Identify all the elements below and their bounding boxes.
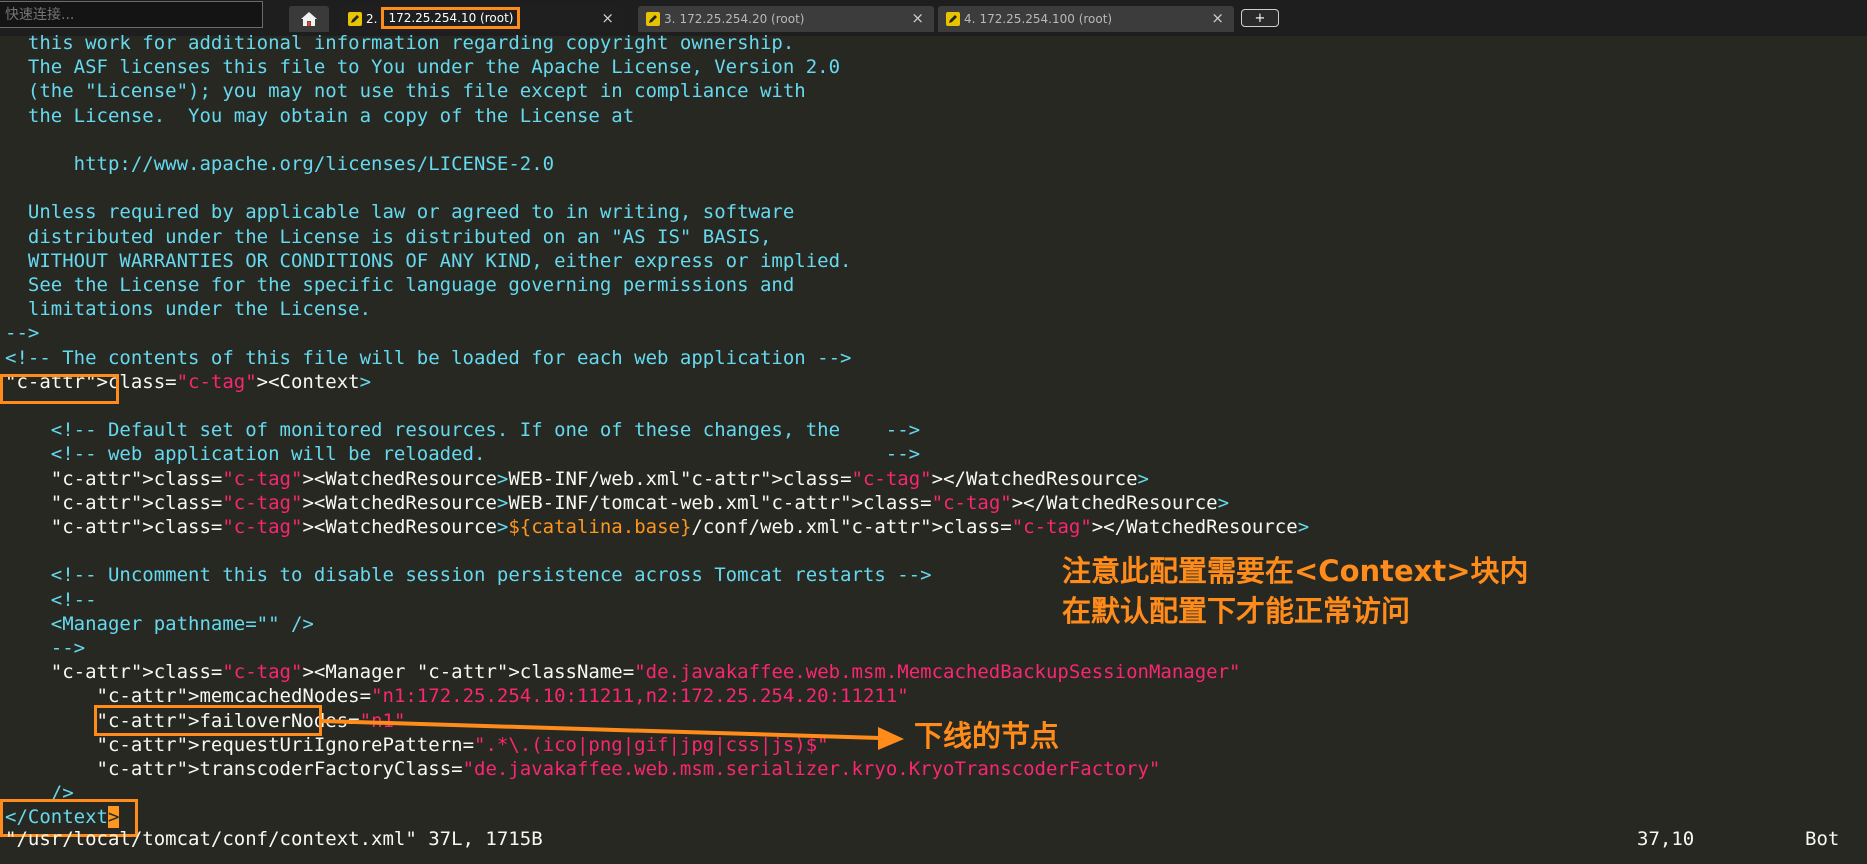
tab-number: 4.: [964, 12, 976, 26]
annotation-note-line1: 注意此配置需要在<Context>块内: [1062, 554, 1529, 588]
pencil-icon: [946, 12, 960, 26]
editor-line: The ASF licenses this file to You under …: [5, 56, 841, 79]
vim-status-line: "/usr/local/tomcat/conf/context.xml" 37L…: [0, 828, 1867, 858]
annotation-offline-node: 下线的节点: [914, 719, 1060, 753]
editor-line: http://www.apache.org/licenses/LICENSE-2…: [5, 153, 555, 175]
editor-line: this work for additional information reg…: [5, 32, 795, 54]
tab-number: 3.: [664, 12, 676, 26]
close-icon[interactable]: ×: [601, 9, 614, 27]
tab-title: 172.25.254.100 (root): [979, 12, 1113, 26]
tab-title: 172.25.254.20 (root): [679, 12, 805, 26]
tab-title: 172.25.254.10 (root): [381, 7, 521, 29]
terminal-window: 2. 172.25.254.10 (root) × 3. 172.25.254.…: [0, 0, 1867, 864]
editor-line: "c-attr">requestUriIgnorePattern=".*\.(i…: [96, 733, 829, 756]
context-open-highlight: [0, 374, 119, 404]
editor-line: -->: [5, 637, 86, 659]
editor-line: the License. You may obtain a copy of th…: [5, 104, 635, 127]
close-icon[interactable]: ×: [911, 9, 924, 27]
editor-line: <!-- Default set of monitored resources.…: [5, 419, 921, 442]
status-file-info: "/usr/local/tomcat/conf/context.xml" 37L…: [5, 828, 543, 850]
editor-line: "c-attr">class="c-tag"><WatchedResource>…: [50, 516, 1310, 538]
editor-line: WITHOUT WARRANTIES OR CONDITIONS OF ANY …: [5, 249, 852, 272]
editor-line: Unless required by applicable law or agr…: [5, 201, 795, 224]
editor-line: See the License for the specific languag…: [5, 274, 795, 296]
pencil-icon: [646, 12, 660, 26]
editor-line: <!-- web application will be reloaded. -…: [5, 443, 921, 466]
editor-line: <Manager pathname="" />: [5, 612, 314, 635]
editor-line: <!-- The contents of this file will be l…: [5, 346, 852, 369]
annotation-note-line2: 在默认配置下才能正常访问: [1062, 594, 1411, 628]
tab-session-2[interactable]: 2. 172.25.254.10 (root) ×: [340, 6, 624, 32]
editor-line: "c-attr">class="c-tag"><WatchedResource>…: [50, 491, 1230, 514]
home-icon: [301, 12, 317, 26]
editor-line: "c-attr">class="c-tag"><Manager "c-attr"…: [50, 661, 1241, 684]
editor-line: limitations under the License.: [5, 298, 372, 321]
editor-line: (the "License"); you may not use this fi…: [5, 80, 806, 103]
quick-connect-input[interactable]: [0, 1, 263, 28]
editor-line: "c-attr">transcoderFactoryClass="de.java…: [96, 758, 1161, 780]
editor-line: distributed under the License is distrib…: [5, 225, 772, 248]
editor-line: -->: [5, 322, 40, 345]
status-cursor-position: 37,10: [1637, 828, 1695, 850]
tab-number: 2.: [366, 12, 378, 26]
new-tab-button[interactable]: +: [1241, 9, 1279, 27]
home-tab[interactable]: [289, 6, 329, 32]
editor-line: "c-attr">class="c-tag"><WatchedResource>…: [50, 467, 1149, 490]
tab-session-4[interactable]: 4. 172.25.254.100 (root) ×: [938, 6, 1234, 32]
tab-session-3[interactable]: 3. 172.25.254.20 (root) ×: [638, 6, 934, 32]
close-icon[interactable]: ×: [1211, 9, 1224, 27]
editor-line: <!-- Uncomment this to disable session p…: [5, 564, 932, 587]
failover-nodes-highlight: [94, 705, 322, 736]
editor-line: <!--: [5, 588, 97, 611]
status-scroll-indicator: Bot: [1805, 828, 1840, 850]
pencil-icon: [348, 12, 362, 26]
